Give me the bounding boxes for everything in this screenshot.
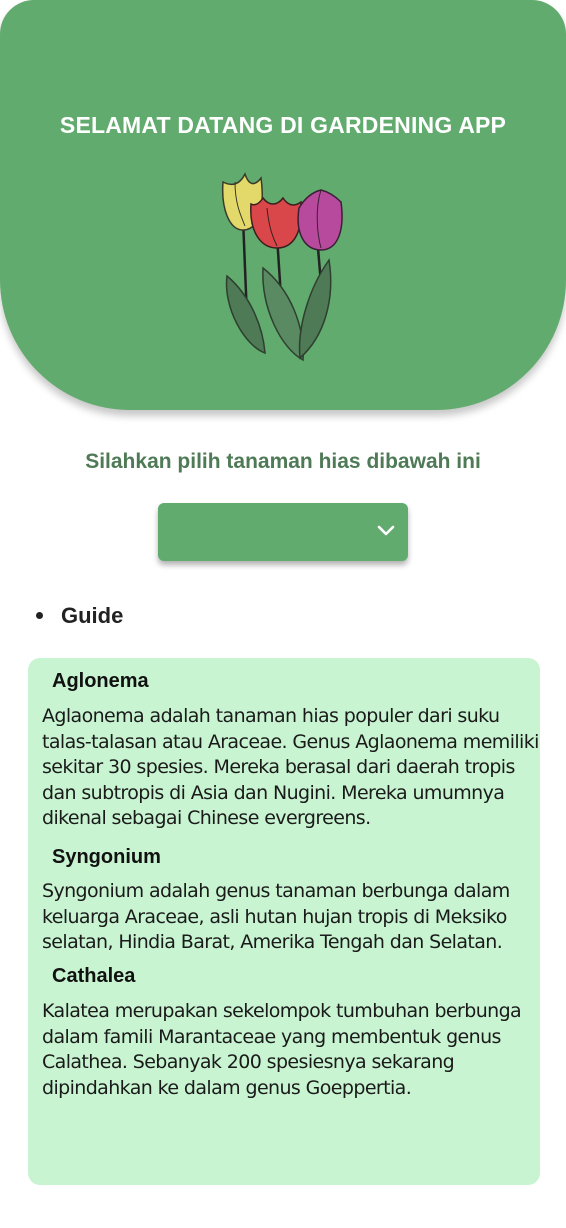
- plant-name-aglonema: Aglonema: [52, 670, 149, 692]
- welcome-title: SELAMAT DATANG DI GARDENING APP: [59, 112, 507, 138]
- bullet-icon: [36, 611, 43, 619]
- plant-name-syngonium: Syngonium: [52, 846, 161, 868]
- guide-list-item: Guide: [36, 603, 123, 629]
- plant-name-cathalea: Cathalea: [52, 965, 136, 987]
- instruction-text: Silahkan pilih tanaman hias dibawah ini: [85, 450, 481, 473]
- header-banner: SELAMAT DATANG DI GARDENING APP: [0, 0, 566, 410]
- guide-card: Aglonema Aglaonema adalah tanaman hias p…: [28, 658, 540, 1185]
- plant-description-aglonema: Aglaonema adalah tanaman hias populer da…: [42, 705, 539, 829]
- guide-label: Guide: [61, 603, 124, 628]
- plant-description-cathalea: Kalatea merupakan sekelompok tumbuhan be…: [42, 1000, 522, 1099]
- plant-select-dropdown[interactable]: [158, 503, 408, 561]
- plant-description-syngonium: Syngonium adalah genus tanaman berbunga …: [42, 880, 510, 953]
- app-screen: SELAMAT DATANG DI GARDENING APP Silahkan…: [0, 0, 566, 1228]
- tulips-icon: [221, 172, 343, 362]
- chevron-down-icon: [377, 525, 395, 536]
